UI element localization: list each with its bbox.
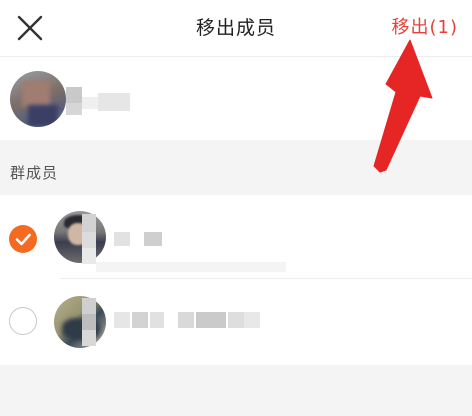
member-avatar[interactable] [54,211,106,263]
selected-member-avatar[interactable] [10,71,66,127]
checkbox-unchecked[interactable] [9,307,37,335]
top-bar: 移出成员 移出(1) [0,0,472,57]
selected-members-strip [0,57,472,140]
row-divider [60,278,472,279]
check-icon [15,233,31,246]
remove-members-button[interactable]: 移出(1) [392,0,459,56]
checkbox-checked[interactable] [9,225,37,253]
section-label: 群成员 [10,164,59,182]
section-header [0,150,472,194]
member-avatar[interactable] [54,296,106,348]
